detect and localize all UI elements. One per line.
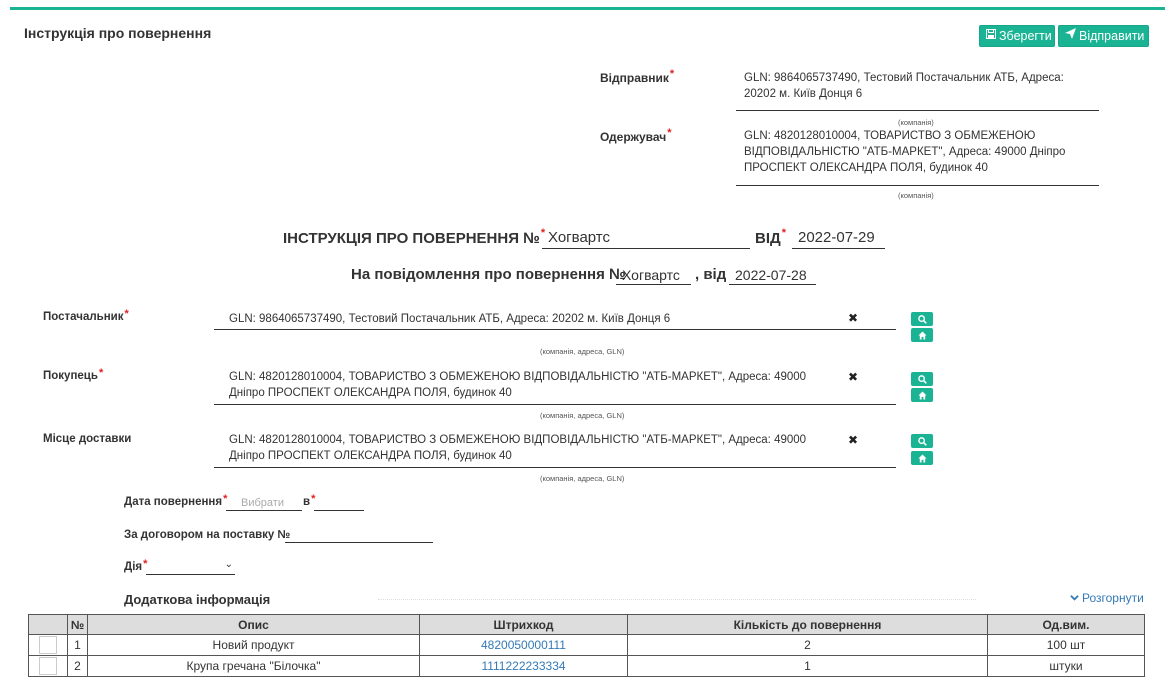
receiver-label: Одержувач* <box>600 127 672 144</box>
buyer-home-icon[interactable] <box>911 388 933 402</box>
action-select[interactable]: ⌄ <box>146 559 235 575</box>
delivery-place-search-icon[interactable] <box>911 434 933 448</box>
required-marker: * <box>98 367 104 379</box>
row-unit: 100 шт <box>987 634 1145 656</box>
floppy-disk-icon <box>986 26 996 46</box>
row-barcode-link[interactable]: 1111222233334 <box>419 655 628 677</box>
row-description: Крупа гречана "Білочка" <box>87 655 420 677</box>
table-row: 1 Новий продукт 4820050000111 2 100 шт <box>28 634 1145 656</box>
buyer-label: Покупець* <box>43 367 104 382</box>
buyer-value[interactable]: GLN: 4820128010004, ТОВАРИСТВО З ОБМЕЖЕН… <box>229 369 829 401</box>
notice-date-input[interactable]: 2022-07-28 <box>729 265 816 285</box>
delivery-place-label: Місце доставки <box>43 433 132 445</box>
document-date-input[interactable]: 2022-07-29 <box>792 227 885 249</box>
delivery-place-value[interactable]: GLN: 4820128010004, ТОВАРИСТВО З ОБМЕЖЕН… <box>229 432 829 464</box>
column-header-description: Опис <box>87 614 420 635</box>
contract-input[interactable] <box>285 527 433 543</box>
row-quantity: 1 <box>627 655 988 677</box>
buyer-hint: (компанія, адреса, GLN) <box>540 411 625 420</box>
paper-plane-icon <box>1065 26 1076 46</box>
buyer-underline <box>214 404 896 405</box>
table-row: 2 Крупа гречана "Білочка" 1111222233334 … <box>28 655 1145 677</box>
notice-date-label: , від <box>695 266 727 283</box>
supplier-hint: (компанія, адреса, GLN) <box>540 347 625 356</box>
row-quantity: 2 <box>627 634 988 656</box>
save-button-label: Зберегти <box>999 29 1052 43</box>
row-number: 2 <box>67 655 88 677</box>
delivery-place-home-icon[interactable] <box>911 451 933 465</box>
sender-hint: (компанія) <box>898 118 934 127</box>
row-select-cell <box>28 655 68 677</box>
return-date-label: Дата повернення* <box>124 493 228 508</box>
receiver-value: GLN: 4820128010004, ТОВАРИСТВО З ОБМЕЖЕН… <box>744 130 1066 174</box>
document-date-label: ВІД* <box>755 227 786 247</box>
delivery-place-underline <box>214 467 896 468</box>
delivery-place-hint: (компанія, адреса, GLN) <box>540 474 625 483</box>
buyer-clear-icon[interactable]: ✖ <box>848 370 858 384</box>
notice-label: На повідомлення про повернення № <box>351 266 626 283</box>
column-header-number: № <box>67 614 88 635</box>
expand-link-label: Розгорнути <box>1082 591 1144 605</box>
document-title: ІНСТРУКЦІЯ ПРО ПОВЕРНЕННЯ №* <box>283 227 546 247</box>
supplier-label: Постачальник* <box>43 308 129 323</box>
table-header-row: № Опис Штрихкод Кількість до повернення … <box>28 614 1145 635</box>
buyer-search-icon[interactable] <box>911 372 933 386</box>
row-description: Новий продукт <box>87 634 420 656</box>
row-checkbox[interactable] <box>39 657 57 675</box>
supplier-search-icon[interactable] <box>911 312 933 326</box>
column-header-quantity: Кількість до повернення <box>627 614 988 635</box>
supplier-home-icon[interactable] <box>911 328 933 342</box>
save-button[interactable]: Зберегти <box>979 25 1055 47</box>
notice-number-input[interactable]: Хогвартс <box>616 265 691 285</box>
sender-underline <box>736 110 1099 111</box>
supplier-value[interactable]: GLN: 9864065737490, Тестовий Постачальни… <box>229 311 829 327</box>
supplier-underline <box>214 329 896 330</box>
required-marker: * <box>781 227 786 239</box>
required-marker: * <box>669 68 675 80</box>
row-checkbox[interactable] <box>39 636 57 654</box>
page-title: Інструкція про повернення <box>24 25 212 41</box>
row-number: 1 <box>67 634 88 656</box>
chevron-down-icon <box>1070 591 1079 605</box>
row-barcode-link[interactable]: 4820050000111 <box>419 634 628 656</box>
send-button[interactable]: Відправити <box>1058 25 1149 47</box>
return-date-input[interactable]: Вибрати <box>226 495 302 511</box>
expand-link[interactable]: Розгорнути <box>1070 591 1144 605</box>
document-number-input[interactable]: Хогвартс <box>542 227 750 249</box>
receiver-hint: (компанія) <box>898 191 934 200</box>
top-accent-bar <box>10 7 1165 10</box>
action-label: Дія* <box>124 558 148 573</box>
column-header-barcode: Штрихкод <box>419 614 628 635</box>
sender-label: Відправник* <box>600 68 675 85</box>
chevron-down-icon: ⌄ <box>224 559 233 570</box>
row-unit: штуки <box>987 655 1145 677</box>
column-header-unit: Од.вим. <box>987 614 1145 635</box>
required-marker: * <box>124 308 129 320</box>
column-header-select <box>28 614 68 635</box>
sender-value: GLN: 9864065737490, Тестовий Постачальни… <box>744 72 1064 100</box>
additional-info-title: Додаткова інформація <box>124 592 271 607</box>
row-select-cell <box>28 634 68 656</box>
items-table: № Опис Штрихкод Кількість до повернення … <box>28 614 1145 677</box>
contract-label: За договором на поставку № <box>124 529 291 541</box>
section-divider <box>378 599 976 600</box>
required-marker: * <box>667 127 672 139</box>
return-time-input[interactable] <box>314 495 364 511</box>
send-button-label: Відправити <box>1079 29 1145 43</box>
delivery-place-clear-icon[interactable]: ✖ <box>848 433 858 447</box>
receiver-underline <box>736 185 1099 186</box>
supplier-clear-icon[interactable]: ✖ <box>848 311 858 325</box>
